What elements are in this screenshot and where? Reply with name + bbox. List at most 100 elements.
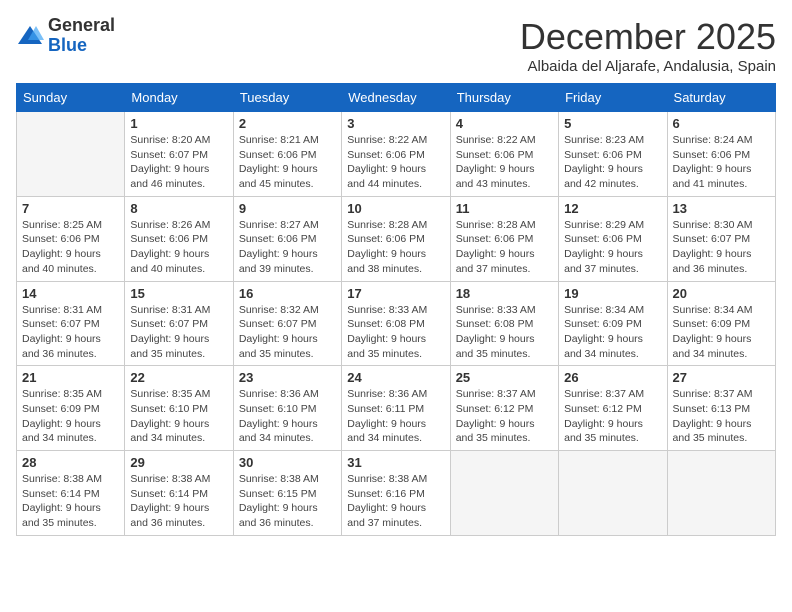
calendar-week-row: 1 Sunrise: 8:20 AMSunset: 6:07 PMDaylight…	[17, 112, 776, 197]
calendar-week-row: 28Sunrise: 8:38 AMSunset: 6:14 PMDayligh…	[17, 451, 776, 536]
day-number: 12	[564, 201, 661, 216]
calendar-day-cell: 29 Sunrise: 8:38 AMSunset: 6:14 PMDayligh…	[125, 451, 233, 536]
day-info: Sunrise: 8:35 AMSunset: 6:10 PMDaylight:…	[130, 387, 227, 446]
day-info: Sunrise: 8:35 AMSunset: 6:09 PMDaylight:…	[22, 387, 119, 446]
calendar-day-cell: 25 Sunrise: 8:37 AMSunset: 6:12 PMDayligh…	[450, 366, 558, 451]
day-number: 9	[239, 201, 336, 216]
day-number: 2	[239, 116, 336, 131]
day-number: 3	[347, 116, 444, 131]
day-info: Sunrise: 8:36 AMSunset: 6:11 PMDaylight:…	[347, 387, 444, 446]
day-info: Sunrise: 8:36 AMSunset: 6:10 PMDaylight:…	[239, 387, 336, 446]
calendar-day-cell: 24 Sunrise: 8:36 AMSunset: 6:11 PMDayligh…	[342, 366, 450, 451]
calendar-week-row: 7 Sunrise: 8:25 AMSunset: 6:06 PMDaylight…	[17, 196, 776, 281]
calendar-day-cell: 15 Sunrise: 8:31 AMSunset: 6:07 PMDayligh…	[125, 281, 233, 366]
day-of-week-header: Sunday	[17, 84, 125, 112]
day-info: Sunrise: 8:30 AMSunset: 6:07 PMDaylight:…	[673, 218, 770, 277]
day-info: Sunrise: 8:27 AMSunset: 6:06 PMDaylight:…	[239, 218, 336, 277]
day-info: Sunrise: 8:33 AMSunset: 6:08 PMDaylight:…	[456, 303, 553, 362]
day-info: Sunrise: 8:23 AMSunset: 6:06 PMDaylight:…	[564, 133, 661, 192]
calendar-day-cell: 20 Sunrise: 8:34 AMSunset: 6:09 PMDayligh…	[667, 281, 775, 366]
calendar-day-cell: 3Sunrise: 8:22 AMSunset: 6:06 PMDaylight…	[342, 112, 450, 197]
day-number: 6	[673, 116, 770, 131]
calendar-day-cell: 13 Sunrise: 8:30 AMSunset: 6:07 PMDayligh…	[667, 196, 775, 281]
calendar-day-cell	[17, 112, 125, 197]
day-info: Sunrise: 8:32 AMSunset: 6:07 PMDaylight:…	[239, 303, 336, 362]
day-info: Sunrise: 8:31 AMSunset: 6:07 PMDaylight:…	[22, 303, 119, 362]
day-number: 21	[22, 370, 119, 385]
day-info: Sunrise: 8:37 AMSunset: 6:12 PMDaylight:…	[564, 387, 661, 446]
calendar-day-cell: 31Sunrise: 8:38 AMSunset: 6:16 PMDayligh…	[342, 451, 450, 536]
day-info: Sunrise: 8:29 AMSunset: 6:06 PMDaylight:…	[564, 218, 661, 277]
calendar-day-cell: 12 Sunrise: 8:29 AMSunset: 6:06 PMDayligh…	[559, 196, 667, 281]
calendar-day-cell: 16 Sunrise: 8:32 AMSunset: 6:07 PMDayligh…	[233, 281, 341, 366]
logo: General Blue	[16, 16, 115, 56]
calendar-day-cell: 6 Sunrise: 8:24 AMSunset: 6:06 PMDaylight…	[667, 112, 775, 197]
day-of-week-header: Wednesday	[342, 84, 450, 112]
calendar-day-cell: 18 Sunrise: 8:33 AMSunset: 6:08 PMDayligh…	[450, 281, 558, 366]
day-number: 18	[456, 286, 553, 301]
calendar-week-row: 21 Sunrise: 8:35 AMSunset: 6:09 PMDayligh…	[17, 366, 776, 451]
calendar-day-cell: 23 Sunrise: 8:36 AMSunset: 6:10 PMDayligh…	[233, 366, 341, 451]
day-info: Sunrise: 8:20 AMSunset: 6:07 PMDaylight:…	[130, 133, 227, 192]
day-number: 11	[456, 201, 553, 216]
day-number: 14	[22, 286, 119, 301]
day-info: Sunrise: 8:34 AMSunset: 6:09 PMDaylight:…	[673, 303, 770, 362]
day-number: 16	[239, 286, 336, 301]
day-info: Sunrise: 8:25 AMSunset: 6:06 PMDaylight:…	[22, 218, 119, 277]
day-number: 4	[456, 116, 553, 131]
day-info: Sunrise: 8:37 AMSunset: 6:12 PMDaylight:…	[456, 387, 553, 446]
calendar-day-cell: 1 Sunrise: 8:20 AMSunset: 6:07 PMDaylight…	[125, 112, 233, 197]
calendar-day-cell	[450, 451, 558, 536]
day-info: Sunrise: 8:34 AMSunset: 6:09 PMDaylight:…	[564, 303, 661, 362]
day-info: Sunrise: 8:37 AMSunset: 6:13 PMDaylight:…	[673, 387, 770, 446]
day-number: 8	[130, 201, 227, 216]
day-of-week-header: Tuesday	[233, 84, 341, 112]
title-block: December 2025 Albaida del Aljarafe, Anda…	[520, 16, 776, 75]
calendar-day-cell: 8 Sunrise: 8:26 AMSunset: 6:06 PMDaylight…	[125, 196, 233, 281]
day-number: 5	[564, 116, 661, 131]
day-number: 25	[456, 370, 553, 385]
calendar-day-cell: 28Sunrise: 8:38 AMSunset: 6:14 PMDayligh…	[17, 451, 125, 536]
day-info: Sunrise: 8:33 AMSunset: 6:08 PMDaylight:…	[347, 303, 444, 362]
calendar-day-cell: 17 Sunrise: 8:33 AMSunset: 6:08 PMDayligh…	[342, 281, 450, 366]
day-number: 20	[673, 286, 770, 301]
logo-text: General Blue	[48, 16, 115, 56]
day-number: 27	[673, 370, 770, 385]
day-number: 19	[564, 286, 661, 301]
day-info: Sunrise: 8:24 AMSunset: 6:06 PMDaylight:…	[673, 133, 770, 192]
day-number: 23	[239, 370, 336, 385]
day-number: 22	[130, 370, 227, 385]
day-number: 1	[130, 116, 227, 131]
day-info: Sunrise: 8:26 AMSunset: 6:06 PMDaylight:…	[130, 218, 227, 277]
day-info: Sunrise: 8:22 AMSunset: 6:06 PMDaylight:…	[456, 133, 553, 192]
day-number: 15	[130, 286, 227, 301]
day-info: Sunrise: 8:28 AMSunset: 6:06 PMDaylight:…	[456, 218, 553, 277]
calendar-day-cell: 9 Sunrise: 8:27 AMSunset: 6:06 PMDaylight…	[233, 196, 341, 281]
day-number: 13	[673, 201, 770, 216]
calendar-day-cell: 4 Sunrise: 8:22 AMSunset: 6:06 PMDaylight…	[450, 112, 558, 197]
page-header: General Blue December 2025 Albaida del A…	[16, 16, 776, 75]
day-number: 17	[347, 286, 444, 301]
day-number: 10	[347, 201, 444, 216]
day-of-week-header: Friday	[559, 84, 667, 112]
day-number: 26	[564, 370, 661, 385]
day-info: Sunrise: 8:31 AMSunset: 6:07 PMDaylight:…	[130, 303, 227, 362]
calendar-day-cell: 2Sunrise: 8:21 AMSunset: 6:06 PMDaylight…	[233, 112, 341, 197]
day-number: 31	[347, 455, 444, 470]
calendar-day-cell: 22 Sunrise: 8:35 AMSunset: 6:10 PMDayligh…	[125, 366, 233, 451]
month-title: December 2025	[520, 16, 776, 58]
day-number: 29	[130, 455, 227, 470]
calendar-day-cell: 30 Sunrise: 8:38 AMSunset: 6:15 PMDayligh…	[233, 451, 341, 536]
day-number: 7	[22, 201, 119, 216]
calendar-day-cell: 21 Sunrise: 8:35 AMSunset: 6:09 PMDayligh…	[17, 366, 125, 451]
day-info: Sunrise: 8:38 AMSunset: 6:15 PMDaylight:…	[239, 472, 336, 531]
day-info: Sunrise: 8:38 AMSunset: 6:14 PMDaylight:…	[130, 472, 227, 531]
day-of-week-header: Monday	[125, 84, 233, 112]
calendar-day-cell: 26 Sunrise: 8:37 AMSunset: 6:12 PMDayligh…	[559, 366, 667, 451]
day-number: 24	[347, 370, 444, 385]
calendar-day-cell: 14 Sunrise: 8:31 AMSunset: 6:07 PMDayligh…	[17, 281, 125, 366]
day-number: 30	[239, 455, 336, 470]
calendar-day-cell: 27 Sunrise: 8:37 AMSunset: 6:13 PMDayligh…	[667, 366, 775, 451]
calendar-day-cell: 19 Sunrise: 8:34 AMSunset: 6:09 PMDayligh…	[559, 281, 667, 366]
calendar-day-cell: 11 Sunrise: 8:28 AMSunset: 6:06 PMDayligh…	[450, 196, 558, 281]
